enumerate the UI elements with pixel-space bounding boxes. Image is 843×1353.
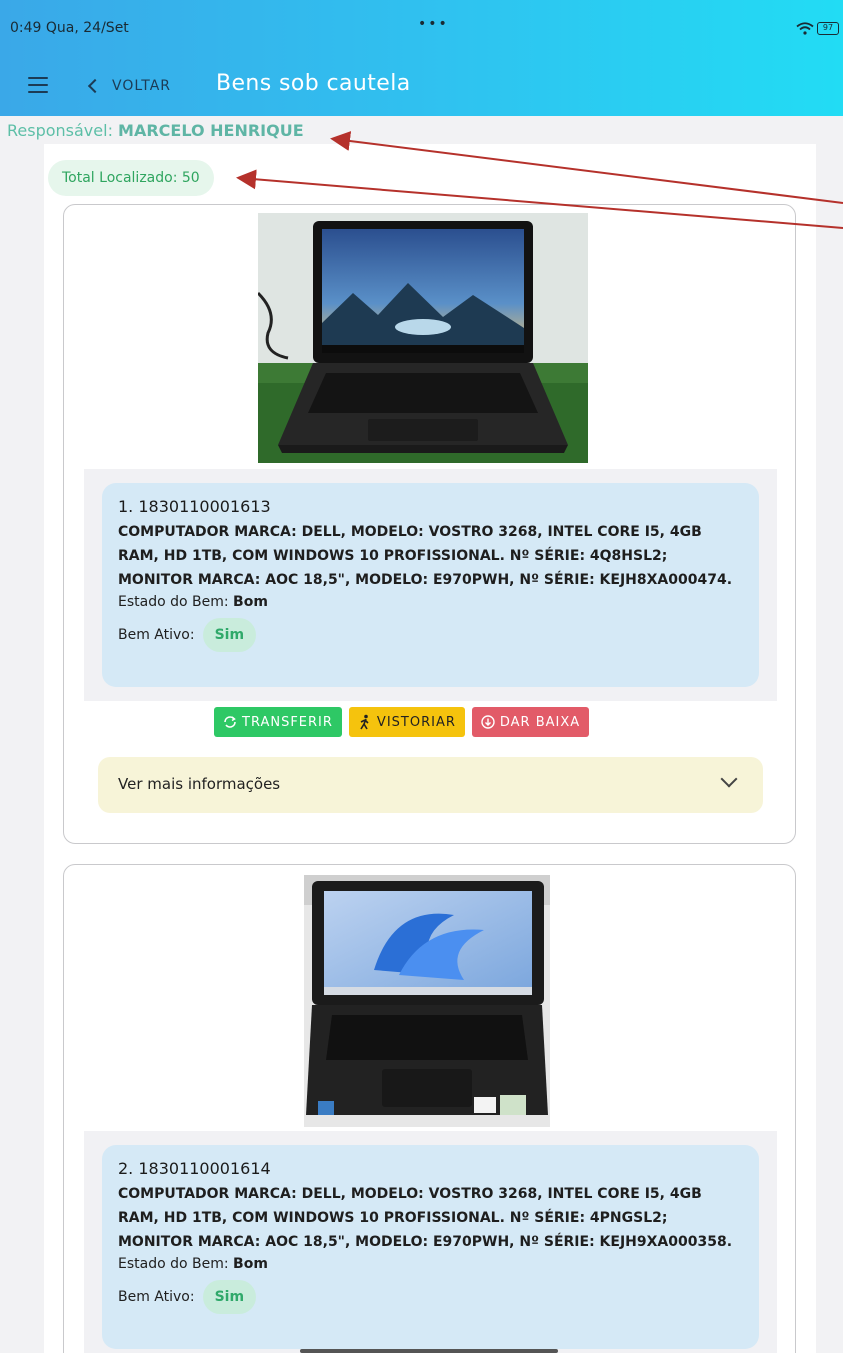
back-label: VOLTAR <box>112 78 171 94</box>
walking-person-icon <box>360 714 369 730</box>
asset-card: 1. 1830110001613 COMPUTADOR MARCA: DELL,… <box>63 204 796 844</box>
download-circle-icon <box>481 715 495 729</box>
top-header: 0:49 Qua, 24/Set ••• 97 VOLTAR Bens sob … <box>0 0 843 116</box>
ativo-badge: Sim <box>202 1280 257 1314</box>
action-buttons: TRANSFERIR VISTORIAR DAR BAIXA <box>214 707 596 737</box>
transferir-button[interactable]: TRANSFERIR <box>214 707 342 737</box>
total-badge: Total Localizado: 50 <box>48 160 214 196</box>
info-strip: 1. 1830110001613 COMPUTADOR MARCA: DELL,… <box>84 469 777 701</box>
responsavel-name: MARCELO HENRIQUE <box>118 121 304 140</box>
battery-icon: 97 <box>817 22 839 35</box>
chevron-down-icon <box>720 770 738 788</box>
item-info-box: 1. 1830110001613 COMPUTADOR MARCA: DELL,… <box>102 483 759 687</box>
status-dots: ••• <box>418 16 449 32</box>
laptop-photo <box>258 213 588 463</box>
item-description: COMPUTADOR MARCA: DELL, MODELO: VOSTRO 3… <box>118 524 733 588</box>
page-title: Bens sob cautela <box>216 71 411 96</box>
ver-mais-accordion[interactable]: Ver mais informações <box>98 757 763 813</box>
ver-mais-label: Ver mais informações <box>118 775 281 793</box>
scroll-indicator[interactable] <box>300 1349 558 1353</box>
asset-card: 2. 1830110001614 COMPUTADOR MARCA: DELL,… <box>63 864 796 1353</box>
sync-icon <box>224 716 236 728</box>
asset-photo <box>304 875 550 1127</box>
item-info-box: 2. 1830110001614 COMPUTADOR MARCA: DELL,… <box>102 1145 759 1349</box>
transferir-label: TRANSFERIR <box>242 714 333 730</box>
vistoriar-button[interactable]: VISTORIAR <box>348 707 465 737</box>
status-bar: 0:49 Qua, 24/Set ••• 97 <box>0 0 843 58</box>
info-strip: 2. 1830110001614 COMPUTADOR MARCA: DELL,… <box>84 1131 777 1353</box>
laptop-photo <box>304 875 550 1127</box>
item-description: COMPUTADOR MARCA: DELL, MODELO: VOSTRO 3… <box>118 1186 733 1250</box>
back-button[interactable]: VOLTAR <box>86 74 171 98</box>
status-time: 0:49 Qua, 24/Set <box>10 20 129 36</box>
ativo-label: Bem Ativo: <box>118 1289 195 1305</box>
item-estado: Estado do Bem: Bom <box>118 1256 268 1272</box>
menu-icon[interactable] <box>28 77 48 94</box>
wifi-icon <box>796 22 814 35</box>
item-title: 2. 1830110001614 <box>118 1159 271 1178</box>
dar-baixa-label: DAR BAIXA <box>499 714 581 730</box>
chevron-left-icon <box>87 78 103 94</box>
ativo-label: Bem Ativo: <box>118 627 195 643</box>
item-estado: Estado do Bem: Bom <box>118 594 268 610</box>
ativo-row: Bem Ativo: Sim <box>118 618 743 652</box>
battery-level: 97 <box>822 23 834 32</box>
responsavel-line: Responsável: MARCELO HENRIQUE <box>7 121 304 140</box>
ativo-badge: Sim <box>202 618 257 652</box>
vistoriar-label: VISTORIAR <box>376 714 456 730</box>
asset-photo <box>258 213 588 463</box>
app-bar: VOLTAR Bens sob cautela <box>0 58 843 116</box>
ativo-row: Bem Ativo: Sim <box>118 1280 743 1314</box>
item-title: 1. 1830110001613 <box>118 497 271 516</box>
dar-baixa-button[interactable]: DAR BAIXA <box>471 707 590 737</box>
responsavel-label: Responsável: <box>7 121 113 140</box>
